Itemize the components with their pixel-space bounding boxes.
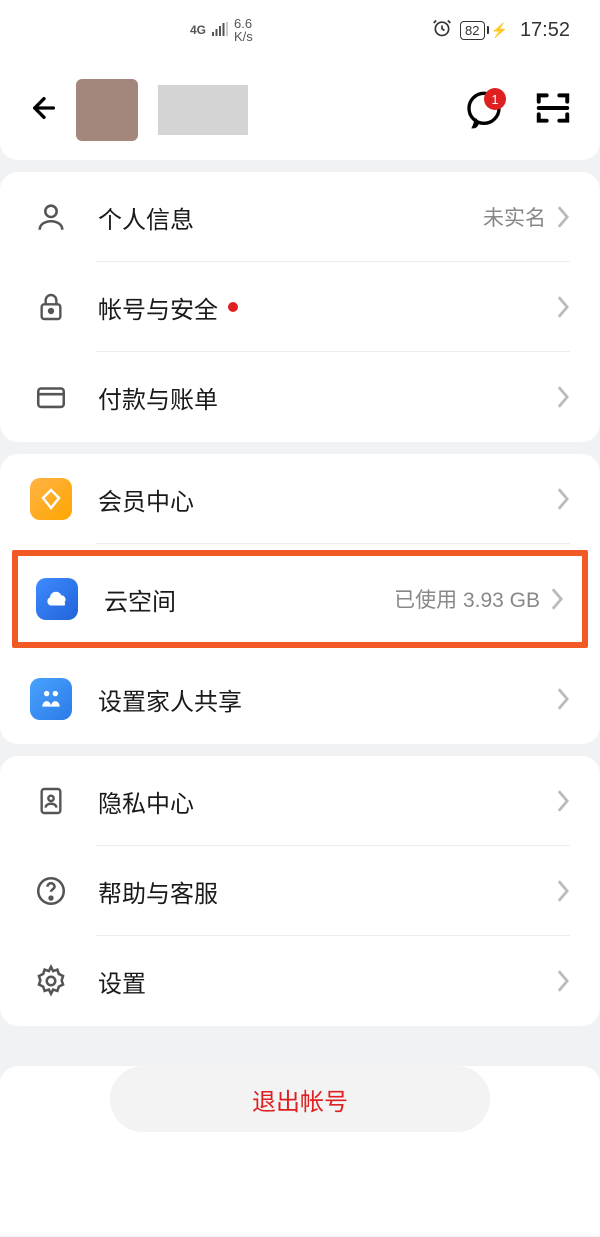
network-label: 4G — [190, 23, 206, 37]
row-label: 云空间 — [104, 582, 394, 617]
battery-indicator: 82 ⚡ — [460, 21, 508, 40]
section-system: 隐私中心 帮助与客服 设置 — [0, 756, 600, 1026]
back-icon[interactable] — [28, 92, 60, 129]
status-right: 82 ⚡ 17:52 — [432, 18, 570, 43]
alarm-icon — [432, 18, 452, 43]
highlight-cloud-space: 云空间 已使用 3.93 GB — [12, 550, 588, 648]
chevron-right-icon — [556, 878, 570, 904]
top-nav: 1 — [0, 60, 600, 160]
member-icon — [30, 478, 72, 520]
section-services: 会员中心 云空间 已使用 3.93 GB 设置家人共享 — [0, 454, 600, 744]
person-icon — [30, 196, 72, 238]
username-placeholder — [158, 85, 248, 135]
chevron-right-icon — [556, 294, 570, 320]
chevron-right-icon — [556, 788, 570, 814]
row-payment-billing[interactable]: 付款与账单 — [0, 352, 600, 442]
chevron-right-icon — [556, 204, 570, 230]
verification-status: 未实名 — [483, 202, 546, 232]
row-help-service[interactable]: 帮助与客服 — [0, 846, 600, 936]
signal-bars-icon — [212, 22, 228, 39]
row-settings[interactable]: 设置 — [0, 936, 600, 1026]
chevron-right-icon — [556, 486, 570, 512]
row-label: 付款与账单 — [98, 380, 556, 415]
status-left: 4G 6.6 K/s — [190, 17, 253, 43]
status-bar: 4G 6.6 K/s 82 ⚡ 17:52 — [0, 0, 600, 60]
row-label: 会员中心 — [98, 482, 556, 517]
chevron-right-icon — [556, 686, 570, 712]
messages-button[interactable]: 1 — [464, 90, 504, 130]
row-member-center[interactable]: 会员中心 — [0, 454, 600, 544]
help-icon — [30, 870, 72, 912]
gear-icon — [30, 960, 72, 1002]
card-icon — [30, 376, 72, 418]
avatar[interactable] — [76, 79, 138, 141]
status-time: 17:52 — [520, 19, 570, 42]
chevron-right-icon — [556, 384, 570, 410]
chevron-right-icon — [556, 968, 570, 994]
logout-button[interactable]: 退出帐号 — [110, 1066, 490, 1132]
row-label: 设置家人共享 — [98, 682, 556, 717]
cloud-usage: 已使用 3.93 GB — [394, 584, 540, 614]
scan-icon[interactable] — [534, 89, 572, 132]
row-label: 个人信息 — [98, 200, 483, 235]
logout-section: 退出帐号 — [0, 1066, 600, 1236]
row-account-security[interactable]: 帐号与安全 — [0, 262, 600, 352]
privacy-icon — [30, 780, 72, 822]
section-account: 个人信息 未实名 帐号与安全 付款与账单 — [0, 172, 600, 442]
row-label: 帐号与安全 — [98, 290, 556, 325]
row-personal-info[interactable]: 个人信息 未实名 — [0, 172, 600, 262]
lock-icon — [30, 286, 72, 328]
messages-badge: 1 — [484, 88, 506, 110]
row-label: 设置 — [98, 964, 556, 999]
network-speed: 6.6 K/s — [234, 17, 253, 43]
charging-icon: ⚡ — [491, 22, 508, 39]
row-family-sharing[interactable]: 设置家人共享 — [0, 654, 600, 744]
cloud-icon — [36, 578, 78, 620]
row-label: 帮助与客服 — [98, 874, 556, 909]
chevron-right-icon — [550, 586, 564, 612]
row-cloud-space[interactable]: 云空间 已使用 3.93 GB — [18, 556, 582, 642]
family-icon — [30, 678, 72, 720]
battery-level: 82 — [460, 21, 484, 40]
row-privacy-center[interactable]: 隐私中心 — [0, 756, 600, 846]
row-label: 隐私中心 — [98, 784, 556, 819]
alert-dot-icon — [228, 302, 238, 312]
